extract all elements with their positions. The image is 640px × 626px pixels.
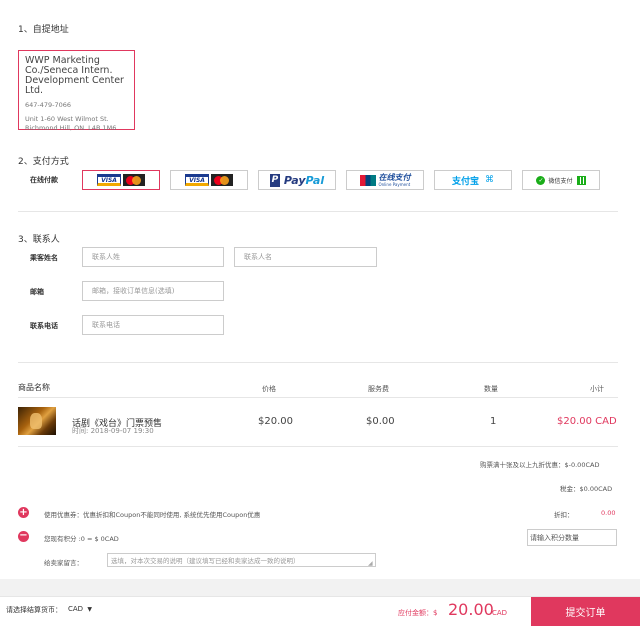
row-qty: 1 — [490, 416, 497, 427]
mastercard-icon — [211, 174, 233, 186]
divider — [18, 211, 618, 212]
wechat-icon: ✓ — [536, 175, 546, 185]
row-service: $0.00 — [366, 416, 395, 427]
points-input[interactable]: 请输入积分数量 — [527, 529, 617, 546]
resize-handle-icon[interactable]: ◢ — [368, 560, 373, 567]
currency-label: 请选择结算货币： — [6, 606, 62, 614]
alipay-label: 支付宝 — [451, 176, 479, 187]
paypal-icon: P — [269, 173, 280, 187]
pickup-address-line1: Unit 1-60 West Wilmot St. — [25, 115, 109, 123]
pay-option-unionpay[interactable]: 在线支付 Online Payment — [346, 170, 424, 190]
pay-option-wechat[interactable]: ✓ 微信支付 — [522, 170, 600, 190]
unionpay-label: 在线支付 — [378, 172, 411, 182]
last-name-input[interactable]: 联系人姓 — [82, 247, 224, 267]
col-qty: 数量 — [484, 385, 498, 393]
discount-label: 折扣： — [554, 511, 574, 519]
pickup-section-title: 1、自提地址 — [18, 25, 69, 35]
submit-order-button[interactable]: 提交订单 — [531, 597, 640, 626]
currency-value: CAD — [68, 605, 84, 613]
payment-section-title: 2、支付方式 — [18, 157, 69, 167]
col-price: 价格 — [262, 385, 276, 393]
col-product: 商品名称 — [18, 383, 50, 392]
currency-select[interactable]: CAD ▼ — [68, 605, 92, 613]
pay-option-paypal[interactable]: P PayPal — [258, 170, 336, 190]
guest-name-label: 乘客姓名 — [30, 254, 58, 262]
email-label: 邮箱 — [30, 288, 44, 296]
bulk-discount-note: 购票满十张及以上九折优惠：$-0.00CAD — [480, 461, 600, 469]
mastercard-icon — [123, 174, 145, 186]
tax-value: 税金：$0.00CAD — [560, 485, 613, 493]
paypal-label-pay: Pay — [283, 173, 306, 187]
caret-down-icon: ▼ — [87, 606, 92, 613]
pickup-address-line2: Richmond Hill, ON. L4B 1M6 — [25, 124, 117, 132]
discount-value: 0.00 — [601, 509, 616, 517]
unionpay-icon — [359, 174, 376, 186]
pay-option-alipay[interactable]: 支付宝 ⌘ — [434, 170, 512, 190]
pickup-address-card[interactable]: WWP Marketing Co./Seneca Intern. Develop… — [18, 50, 135, 132]
paypal-label-pal: Pal — [305, 173, 325, 187]
points-collapse-button[interactable]: − — [18, 531, 29, 542]
col-subtotal: 小计 — [590, 385, 604, 393]
pickup-name: WWP Marketing Co./Seneca Intern. Develop… — [25, 55, 124, 96]
visa-icon: VISA — [97, 174, 121, 186]
product-thumbnail[interactable] — [18, 407, 56, 435]
pickup-phone: 647-479-7066 — [25, 101, 72, 109]
divider — [18, 446, 618, 447]
pay-option-visa-mastercard[interactable]: VISA — [82, 170, 160, 190]
contact-section-title: 3、联系人 — [18, 235, 60, 245]
visa-icon: VISA — [185, 174, 209, 186]
points-text: 您现有积分 :0 = $ 0CAD — [44, 535, 119, 543]
row-subtotal: $20.00 CAD — [557, 416, 617, 427]
phone-label: 联系电话 — [30, 322, 58, 330]
product-time: 时间: 2018-09-07 19:30 — [72, 427, 154, 435]
total-label: 应付金额：$ — [398, 609, 438, 617]
message-input[interactable]: 选填，对本次交易的说明（建议填写已经和卖家达成一致的说明） — [107, 553, 376, 567]
pay-option-visa-mastercard-2[interactable]: VISA — [170, 170, 248, 190]
first-name-input[interactable]: 联系人名 — [234, 247, 377, 267]
unionpay-sub: Online Payment — [378, 181, 411, 187]
total-value: 20.00 — [448, 600, 494, 619]
phone-input[interactable]: 联系电话 — [82, 315, 224, 335]
alipay-icon: ⌘ — [485, 175, 494, 185]
coupon-expand-button[interactable]: + — [18, 507, 29, 518]
total-unit: CAD — [492, 609, 508, 617]
email-input[interactable]: 邮箱，接收订单信息(选填) — [82, 281, 224, 301]
divider — [18, 397, 618, 398]
col-service: 服务费 — [368, 385, 389, 393]
payment-online-label: 在线付款 — [30, 176, 58, 184]
row-price: $20.00 — [258, 416, 293, 427]
qr-code-icon — [576, 175, 586, 185]
divider — [18, 362, 618, 363]
message-label: 给卖家留言： — [44, 559, 83, 567]
coupon-text: 使用优惠券：优惠折扣和Coupon不能同时使用, 系统优先使用Coupon优惠 — [44, 511, 261, 519]
wechat-label: 微信支付 — [548, 177, 573, 185]
